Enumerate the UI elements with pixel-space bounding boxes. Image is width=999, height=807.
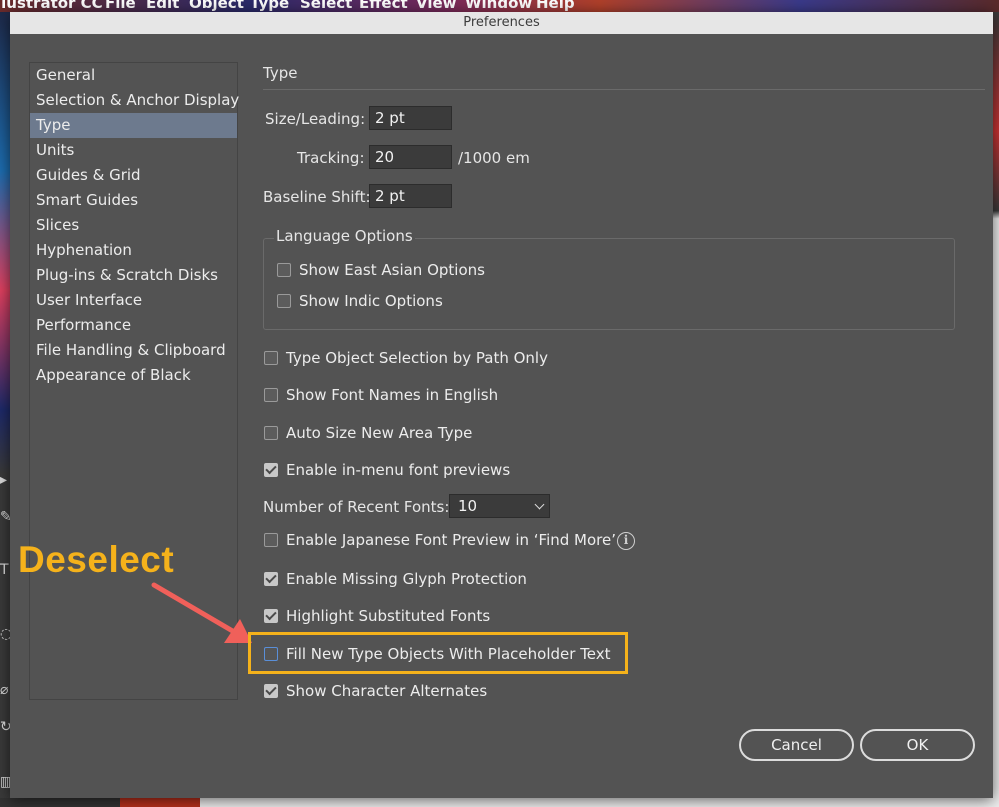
menu-edit[interactable]: Edit (146, 0, 179, 12)
missing-glyph-label: Enable Missing Glyph Protection (286, 570, 527, 588)
category-selection-anchor-display[interactable]: Selection & Anchor Display (30, 88, 239, 113)
show-indic-label: Show Indic Options (299, 292, 443, 310)
show-east-asian-label: Show East Asian Options (299, 261, 485, 279)
baseline-shift-label: Baseline Shift: (263, 188, 371, 206)
recent-fonts-select[interactable]: 10 (449, 494, 550, 518)
tracking-unit: /1000 em (458, 149, 530, 167)
show-east-asian-checkbox[interactable] (277, 263, 291, 277)
show-indic-checkbox[interactable] (277, 294, 291, 308)
in-menu-previews-label: Enable in-menu font previews (286, 461, 511, 479)
show-east-asian-option[interactable]: Show East Asian Options (277, 260, 485, 280)
dialog-title: Preferences (10, 12, 993, 34)
menu-view[interactable]: View (416, 0, 457, 12)
highlight-substituted-option[interactable]: Highlight Substituted Fonts (264, 606, 490, 626)
category-smart-guides[interactable]: Smart Guides (30, 188, 237, 213)
eraser-tool-icon[interactable]: ⌀ (0, 680, 10, 700)
section-divider (263, 89, 985, 90)
type-object-selection-label: Type Object Selection by Path Only (286, 349, 548, 367)
japanese-preview-checkbox[interactable] (264, 533, 278, 547)
tracking-label: Tracking: (297, 149, 365, 167)
size-leading-input[interactable]: 2 pt (369, 106, 452, 130)
menu-type[interactable]: Type (250, 0, 289, 12)
menu-window[interactable]: Window (465, 0, 532, 12)
auto-size-area-type-label: Auto Size New Area Type (286, 424, 473, 442)
ok-button[interactable]: OK (860, 729, 975, 761)
menu-file[interactable]: File (105, 0, 136, 12)
show-indic-option[interactable]: Show Indic Options (277, 291, 443, 311)
cancel-button[interactable]: Cancel (739, 729, 854, 761)
menu-app-name: llustrator CC (0, 0, 103, 12)
category-appearance-of-black[interactable]: Appearance of Black (30, 363, 237, 388)
background-menubar: llustrator CC File Edit Object Type Sele… (0, 0, 999, 12)
missing-glyph-option[interactable]: Enable Missing Glyph Protection (264, 569, 527, 589)
category-file-handling-clipboard[interactable]: File Handling & Clipboard (30, 338, 237, 363)
in-menu-previews-option[interactable]: Enable in-menu font previews (264, 460, 510, 480)
size-leading-label: Size/Leading: (265, 110, 366, 128)
recent-fonts-value: 10 (458, 497, 478, 515)
category-hyphenation[interactable]: Hyphenation (30, 238, 237, 263)
menu-select[interactable]: Select (300, 0, 352, 12)
background-statusbar (0, 798, 999, 807)
info-icon[interactable]: i (617, 532, 635, 550)
menu-effect[interactable]: Effect (359, 0, 408, 12)
language-options-legend: Language Options (274, 227, 415, 245)
category-plugins-scratch-disks[interactable]: Plug-ins & Scratch Disks (30, 263, 237, 288)
rotate-tool-icon[interactable]: ↻ (0, 717, 10, 737)
character-alternates-option[interactable]: Show Character Alternates (264, 681, 487, 701)
category-performance[interactable]: Performance (30, 313, 237, 338)
character-alternates-label: Show Character Alternates (286, 682, 488, 700)
section-title: Type (263, 64, 298, 82)
character-alternates-checkbox[interactable] (264, 684, 278, 698)
font-names-english-option[interactable]: Show Font Names in English (264, 385, 498, 405)
annotation-highlight-box (248, 632, 628, 674)
type-object-selection-option[interactable]: Type Object Selection by Path Only (264, 348, 548, 368)
menu-object[interactable]: Object (189, 0, 244, 12)
type-tool-icon[interactable]: T (0, 560, 10, 580)
auto-size-area-type-option[interactable]: Auto Size New Area Type (264, 423, 472, 443)
chevron-down-icon (534, 499, 545, 510)
background-toolbar: ▸ ✎ T ◌ ⌀ ↻ ▥ (0, 12, 10, 807)
menu-help[interactable]: Help (536, 0, 575, 12)
pen-tool-icon[interactable]: ✎ (0, 507, 10, 527)
baseline-shift-input[interactable]: 2 pt (369, 184, 452, 208)
font-names-english-label: Show Font Names in English (286, 386, 499, 404)
language-options-group: Language Options (263, 227, 955, 330)
type-object-selection-checkbox[interactable] (264, 351, 278, 365)
in-menu-previews-checkbox[interactable] (264, 463, 278, 477)
category-general[interactable]: General (30, 63, 237, 88)
font-names-english-checkbox[interactable] (264, 388, 278, 402)
graph-tool-icon[interactable]: ▥ (0, 772, 10, 792)
auto-size-area-type-checkbox[interactable] (264, 426, 278, 440)
background-panel (993, 12, 999, 807)
category-user-interface[interactable]: User Interface (30, 288, 237, 313)
tracking-input[interactable]: 20 (369, 145, 452, 169)
category-units[interactable]: Units (30, 138, 237, 163)
category-slices[interactable]: Slices (30, 213, 237, 238)
japanese-preview-label: Enable Japanese Font Preview in ‘Find Mo… (286, 531, 616, 549)
preferences-dialog: Preferences General Selection & Anchor D… (10, 12, 993, 798)
category-type[interactable]: Type (30, 113, 237, 138)
brush-tool-icon[interactable]: ◌ (0, 624, 10, 644)
japanese-preview-option[interactable]: Enable Japanese Font Preview in ‘Find Mo… (264, 530, 616, 550)
selection-tool-icon[interactable]: ▸ (0, 470, 10, 490)
recent-fonts-label: Number of Recent Fonts: (263, 498, 450, 516)
category-guides-grid[interactable]: Guides & Grid (30, 163, 237, 188)
highlight-substituted-label: Highlight Substituted Fonts (286, 607, 491, 625)
